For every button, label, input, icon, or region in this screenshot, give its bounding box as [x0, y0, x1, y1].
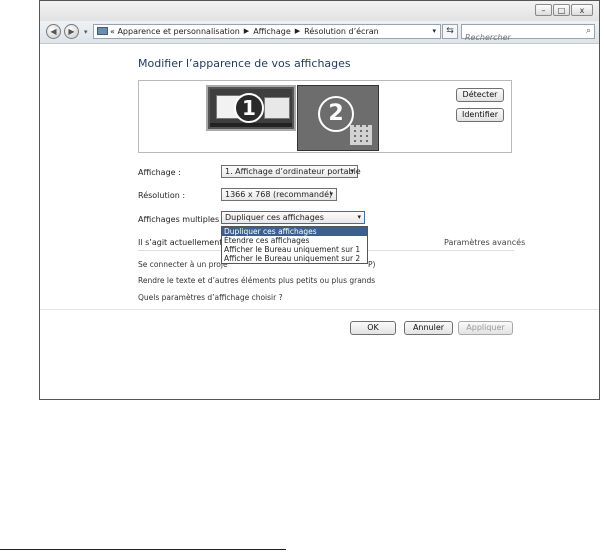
identify-button[interactable]: Identifier: [456, 108, 504, 122]
display-label: Affichage :: [138, 168, 181, 177]
breadcrumb-appearance[interactable]: Apparence et personnalisation: [117, 27, 239, 36]
breadcrumb-overflow[interactable]: «: [110, 27, 115, 36]
apply-button[interactable]: Appliquer: [458, 321, 513, 335]
address-bar[interactable]: « Apparence et personnalisation ▶ Affichag…: [93, 24, 441, 39]
search-input[interactable]: [462, 31, 578, 44]
resolution-label: Résolution :: [138, 191, 186, 200]
advanced-settings-link[interactable]: Paramètres avancés: [444, 238, 525, 247]
control-panel-icon: [97, 27, 108, 35]
multiple-displays-select[interactable]: Dupliquer ces affichages ▾: [221, 211, 365, 224]
text-size-link[interactable]: Rendre le texte et d’autres éléments plu…: [138, 276, 375, 285]
option-only-2[interactable]: Afficher le Bureau uniquement sur 2: [222, 254, 367, 263]
resolution-select[interactable]: 1366 x 768 (recommandé) ▾: [221, 188, 337, 201]
multiple-displays-label: Affichages multiples :: [138, 215, 225, 224]
chevron-down-icon: ▾: [329, 190, 333, 198]
desktop-icons-thumbnail: [350, 125, 372, 145]
minimize-button[interactable]: –: [535, 4, 552, 16]
monitor-2-number: 2: [318, 96, 354, 132]
search-box: ⌕: [461, 24, 595, 44]
search-icon[interactable]: ⌕: [586, 26, 591, 36]
display-help-link[interactable]: Quels paramètres d’affichage choisir ?: [138, 293, 283, 302]
title-bar: – □ x: [40, 1, 599, 21]
resolution-select-value: 1366 x 768 (recommandé): [225, 190, 333, 199]
page-title: Modifier l’apparence de vos affichages: [138, 57, 351, 70]
connect-projector-link-suffix[interactable]: P): [368, 260, 375, 269]
address-dropdown-icon[interactable]: ▾: [432, 25, 436, 38]
option-extend[interactable]: Étendre ces affichages: [222, 236, 367, 245]
forward-button[interactable]: ▶: [64, 24, 79, 39]
monitor-1-number: 1: [234, 93, 264, 123]
maximize-button[interactable]: □: [553, 4, 570, 16]
taskbar-thumbnail: [210, 123, 292, 127]
monitor-1[interactable]: 1: [206, 85, 296, 131]
display-select[interactable]: 1. Affichage d’ordinateur portable ▾: [221, 165, 361, 178]
chevron-right-icon[interactable]: ▶: [295, 27, 300, 35]
option-duplicate[interactable]: Dupliquer ces affichages: [222, 227, 367, 236]
detect-button[interactable]: Détecter: [456, 88, 504, 102]
footer-divider: [40, 309, 599, 310]
footnote-rule: [0, 549, 286, 550]
window: – □ x ◀ ▶ ▾ « Apparence et personnalisat…: [39, 0, 600, 400]
window-thumbnail: [264, 97, 290, 119]
refresh-button[interactable]: ⇆: [442, 24, 458, 39]
connect-projector-link[interactable]: Se connecter à un proje: [138, 260, 228, 269]
close-button[interactable]: x: [571, 4, 593, 16]
chevron-down-icon: ▾: [357, 213, 361, 221]
monitor-2[interactable]: 2: [297, 85, 379, 151]
option-only-1[interactable]: Afficher le Bureau uniquement sur 1: [222, 245, 367, 254]
navigation-toolbar: ◀ ▶ ▾ « Apparence et personnalisation ▶ Af…: [40, 21, 599, 44]
back-button[interactable]: ◀: [46, 24, 61, 39]
breadcrumb-resolution[interactable]: Résolution d’écran: [304, 27, 379, 36]
chevron-down-icon: ▾: [350, 167, 354, 175]
multiple-displays-select-value: Dupliquer ces affichages: [225, 213, 324, 222]
main-content: Modifier l’apparence de vos affichages 1…: [40, 44, 599, 399]
breadcrumb-display[interactable]: Affichage: [253, 27, 291, 36]
monitor-preview: 1 2 Détecter Identifier: [138, 80, 512, 153]
cancel-button[interactable]: Annuler: [404, 321, 453, 335]
multiple-displays-dropdown-list: Dupliquer ces affichages Étendre ces aff…: [221, 226, 368, 264]
recent-pages-dropdown[interactable]: ▾: [84, 28, 88, 36]
ok-button[interactable]: OK: [350, 321, 396, 335]
display-select-value: 1. Affichage d’ordinateur portable: [225, 167, 361, 176]
chevron-right-icon[interactable]: ▶: [244, 27, 249, 35]
